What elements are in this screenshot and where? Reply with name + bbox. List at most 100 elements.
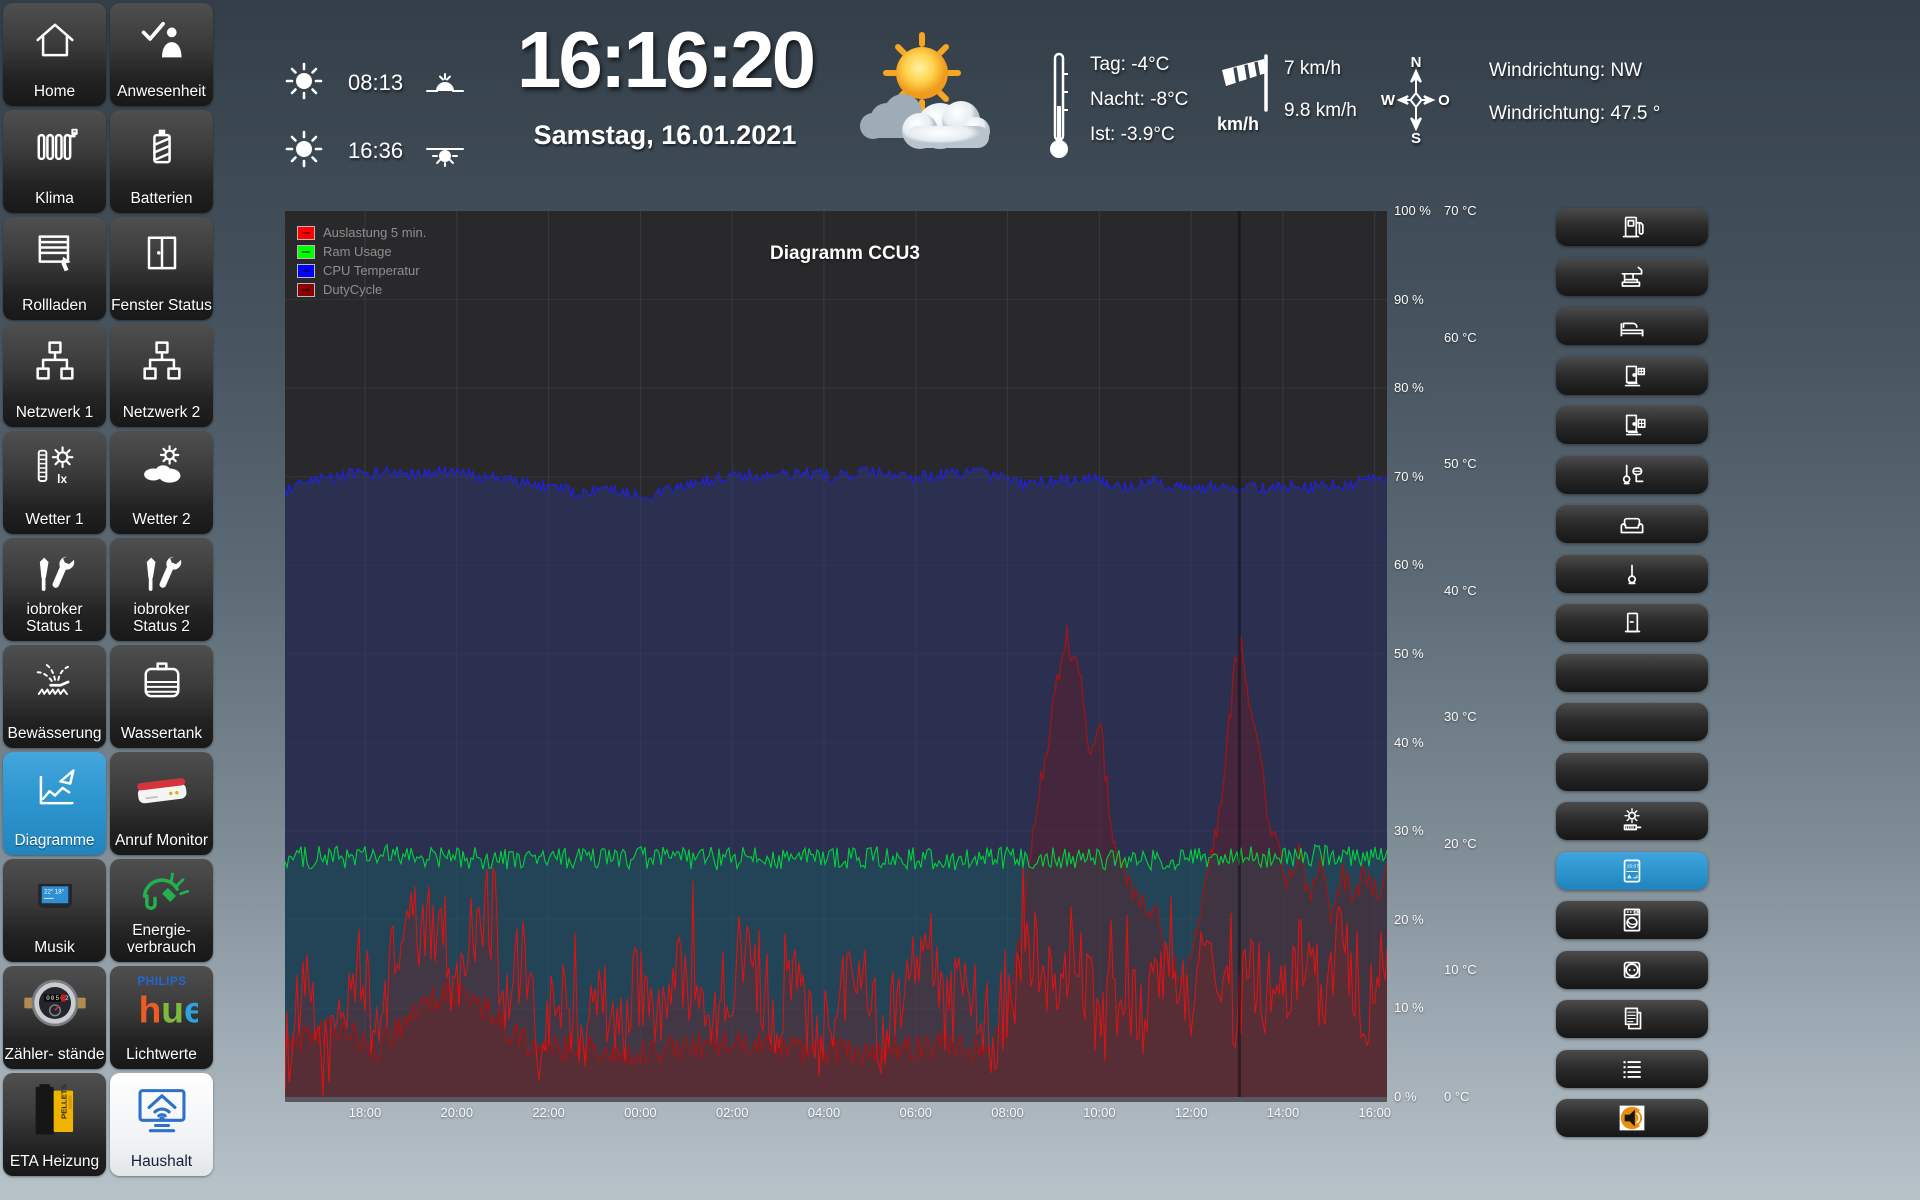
percent-tick-label: 50 % <box>1394 646 1424 661</box>
sunset-time: 16:36 <box>348 138 404 163</box>
x-tick-label: 06:00 <box>899 1105 933 1120</box>
window-icon <box>110 221 213 287</box>
sidebar-tile-home[interactable]: Home <box>3 3 106 106</box>
percent-tick-label: 40 % <box>1394 734 1424 750</box>
room-button-speaker[interactable] <box>1556 1099 1708 1137</box>
display-panel-icon: 15:07 <box>1615 854 1649 888</box>
legend-item: Ram Usage <box>297 242 426 261</box>
sidebar-tile-bewässerung[interactable]: Bewässerung <box>3 645 106 748</box>
legend-swatch <box>297 225 315 240</box>
room-button-display-panel[interactable]: 15:07 <box>1556 851 1708 890</box>
brightness-icon <box>1615 804 1649 838</box>
sidebar-tile-klima[interactable]: Klima <box>3 110 106 213</box>
room-button-door[interactable] <box>1556 604 1708 642</box>
x-tick-label: 00:00 <box>624 1105 657 1120</box>
x-tick-label: 08:00 <box>991 1105 1024 1120</box>
sidebar-tile-anruf-monitor[interactable]: Anruf Monitor <box>110 752 213 855</box>
temperature-tick-label: 0 °C <box>1444 1089 1470 1104</box>
sidebar-tile-wetter-2[interactable]: Wetter 2 <box>110 431 213 534</box>
room-button-power-socket[interactable] <box>1556 950 1708 989</box>
legend-label: DutyCycle <box>323 282 383 297</box>
tile-label: Netzwerk 1 <box>15 403 94 421</box>
sidebar-tile-iobroker-status-1[interactable]: iobroker Status 1 <box>3 538 106 641</box>
sidebar-tile-diagramme[interactable]: Diagramme <box>3 752 106 855</box>
bed-icon <box>1615 309 1649 343</box>
sunrise-time: 08:13 <box>348 70 404 95</box>
door-icon <box>1615 606 1649 640</box>
tools-icon <box>110 542 213 608</box>
percent-tick-label: 90 % <box>1394 291 1424 307</box>
tile-label: Diagramme <box>14 831 95 849</box>
percent-tick-label: 20 % <box>1394 911 1424 927</box>
sidebar-tile-anwesenheit[interactable]: Anwesenheit <box>110 3 213 106</box>
tile-label: Fenster Status <box>111 296 212 314</box>
room-button-fuel-pump[interactable] <box>1556 208 1708 246</box>
tile-label: Netzwerk 2 <box>122 403 201 421</box>
x-tick-label: 18:00 <box>348 1105 382 1120</box>
sidebar-tile-batterien[interactable]: Batterien <box>110 110 213 213</box>
percent-tick-label: 100 % <box>1394 203 1431 218</box>
wind-direction-text: Windrichtung: NW <box>1489 60 1643 81</box>
svg-text:00562: 00562 <box>46 995 70 1002</box>
legend-label: Auslastung 5 min. <box>323 225 427 240</box>
sidebar-tile-lichtwerte[interactable]: PHILIPShue Lichtwerte <box>110 966 213 1069</box>
x-tick-label: 12:00 <box>1174 1105 1208 1120</box>
x-tick-label: 14:00 <box>1266 1105 1300 1120</box>
wind-speed-1: 7 km/h <box>1284 58 1342 79</box>
shutter-icon <box>3 221 106 287</box>
speaker-icon <box>1614 1100 1650 1136</box>
sidebar-tile-zähler-stände[interactable]: 00562 Zähler- stände <box>3 966 106 1069</box>
percent-tick-label: 60 % <box>1394 557 1424 573</box>
ccu3-chart <box>285 211 1387 1097</box>
sidebar-tile-iobroker-status-2[interactable]: iobroker Status 2 <box>110 538 213 641</box>
sidebar-tile-wetter-1[interactable]: lx Wetter 1 <box>3 431 106 534</box>
room-button-blank-10[interactable] <box>1556 703 1708 741</box>
sidebar-tile-netzwerk-1[interactable]: Netzwerk 1 <box>3 324 106 427</box>
sidebar-tile-eta-heizung[interactable]: PELLETS ETA Heizung <box>3 1073 106 1176</box>
tile-label: Home <box>33 82 76 100</box>
dashboard-root: Home Anwesenheit Klima Batterien Rollladen Fe… <box>0 0 1920 1200</box>
temperature-tick-label: 70 °C <box>1444 203 1477 218</box>
sidebar-tile-netzwerk-2[interactable]: Netzwerk 2 <box>110 324 213 427</box>
room-button-living-room[interactable] <box>1556 257 1708 296</box>
tile-label: ETA Heizung <box>9 1152 100 1170</box>
percent-tick-label: 30 % <box>1394 823 1424 839</box>
tile-label: Wetter 1 <box>25 510 84 528</box>
sidebar-tile-wassertank[interactable]: Wassertank <box>110 645 213 748</box>
weather-lux-icon: lx <box>3 435 106 501</box>
echo-show-icon: 22° 18° <box>3 863 106 929</box>
temperature-tick-label: 50 °C <box>1444 456 1477 472</box>
room-button-sofa[interactable] <box>1556 505 1708 543</box>
washing-machine-icon <box>1615 903 1649 937</box>
tile-label: Zähler- stände <box>4 1045 105 1063</box>
documents-icon <box>1615 1002 1649 1036</box>
pellet-boiler-icon: PELLETS <box>3 1077 106 1143</box>
network-icon <box>110 328 213 394</box>
room-button-wc-brush[interactable] <box>1556 554 1708 593</box>
entrance-door-icon <box>1615 359 1649 393</box>
sidebar-tile-fenster-status[interactable]: Fenster Status <box>110 217 213 320</box>
room-button-entrance-door[interactable] <box>1556 356 1708 395</box>
room-button-entrance-door-2[interactable] <box>1556 406 1708 444</box>
room-button-bathroom[interactable] <box>1556 455 1708 494</box>
home-icon <box>3 7 106 73</box>
room-button-washing-machine[interactable] <box>1556 901 1708 939</box>
sidebar-tile-musik[interactable]: 22° 18° Musik <box>3 859 106 962</box>
svg-text:22° 18°: 22° 18° <box>44 890 65 896</box>
sidebar-tile-haushalt[interactable]: Haushalt <box>110 1073 213 1176</box>
room-button-list[interactable] <box>1556 1049 1708 1088</box>
date: Samstag, 16.01.2021 <box>533 120 797 150</box>
legend-label: CPU Temperatur <box>323 263 420 278</box>
fritzbox-icon <box>110 756 213 822</box>
sidebar-tile-rollladen[interactable]: Rollladen <box>3 217 106 320</box>
sidebar: Home Anwesenheit Klima Batterien Rollladen Fe… <box>3 3 215 1176</box>
room-button-bed[interactable] <box>1556 307 1708 345</box>
room-button-blank-11[interactable] <box>1556 752 1708 791</box>
room-button-documents[interactable] <box>1556 1000 1708 1038</box>
room-button-blank-9[interactable] <box>1556 653 1708 692</box>
tile-label: iobroker Status 2 <box>133 601 190 635</box>
temp-night: Nacht: -8°C <box>1090 89 1189 110</box>
sidebar-tile-energie-verbrauch[interactable]: Energie-verbrauch <box>110 859 213 962</box>
chart-bottom-edge <box>285 1097 1387 1102</box>
room-button-brightness[interactable] <box>1556 802 1708 840</box>
